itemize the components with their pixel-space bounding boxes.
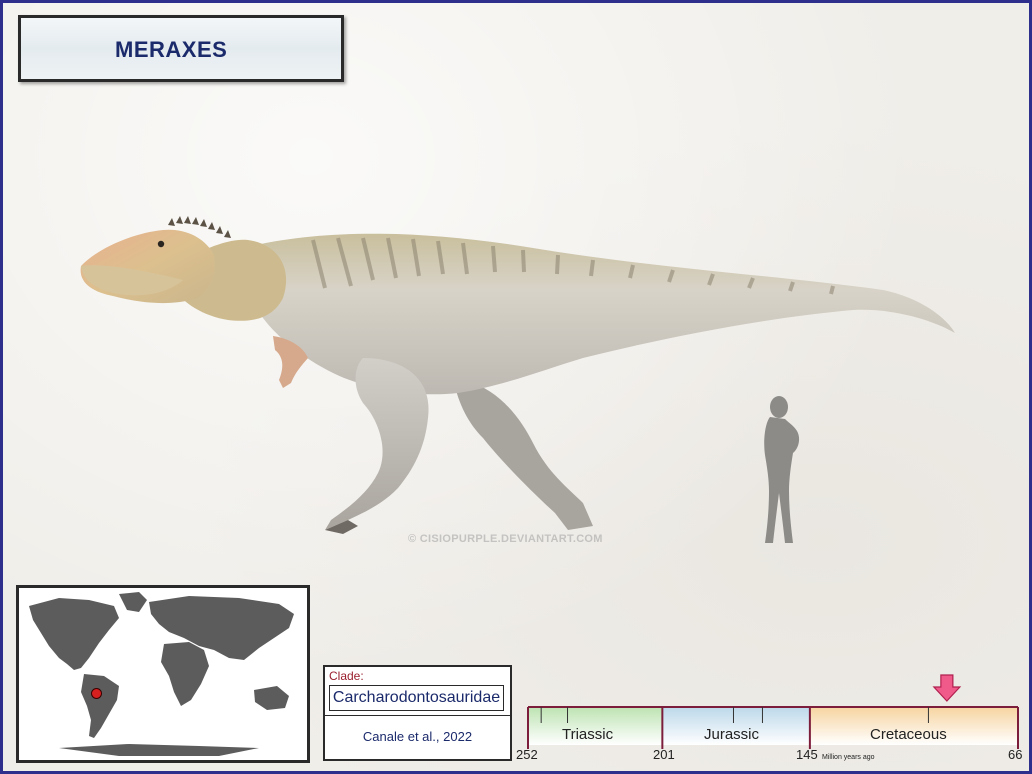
clade-name: Carcharodontosauridae bbox=[329, 685, 504, 711]
infographic-frame: MERAXES © CISIOPURPLE.DEVIANTART.COM Cla… bbox=[0, 0, 1032, 774]
antarctica bbox=[59, 744, 259, 756]
clade-label: Clade: bbox=[329, 669, 364, 683]
boundary-label-145: 145 bbox=[796, 747, 818, 762]
south-america bbox=[81, 674, 119, 738]
clade-divider bbox=[325, 715, 510, 716]
time-marker-arrow bbox=[932, 674, 962, 702]
period-label-triassic: Triassic bbox=[562, 726, 614, 743]
watermark-text: © CISIOPURPLE.DEVIANTART.COM bbox=[408, 533, 603, 545]
title-plaque: MERAXES bbox=[18, 15, 344, 82]
boundary-label-66: 66 bbox=[1008, 747, 1023, 762]
unit-label: Million years ago bbox=[822, 754, 875, 761]
world-map-panel bbox=[16, 585, 310, 763]
citation-text: Canale et al., 2022 bbox=[362, 729, 473, 744]
human-scale-silhouette bbox=[764, 396, 800, 543]
timeline-bar bbox=[527, 674, 1019, 749]
page-title: MERAXES bbox=[115, 37, 228, 62]
fossil-locality-marker bbox=[91, 688, 102, 699]
africa bbox=[161, 642, 209, 706]
boundary-label-252: 252 bbox=[516, 747, 538, 762]
meraxes-illustration bbox=[80, 216, 956, 534]
period-label-cretaceous: Cretaceous bbox=[870, 726, 947, 743]
boundary-label-201: 201 bbox=[653, 747, 675, 762]
australia bbox=[254, 686, 289, 710]
north-america bbox=[29, 598, 119, 670]
world-map bbox=[29, 592, 294, 756]
greenland bbox=[119, 592, 147, 612]
clade-panel: Clade: Carcharodontosauridae Canale et a… bbox=[323, 665, 512, 761]
period-label-jurassic: Jurassic bbox=[704, 726, 760, 743]
geologic-timeline: Triassic Jurassic Cretaceous 252 201 145… bbox=[508, 669, 1028, 769]
